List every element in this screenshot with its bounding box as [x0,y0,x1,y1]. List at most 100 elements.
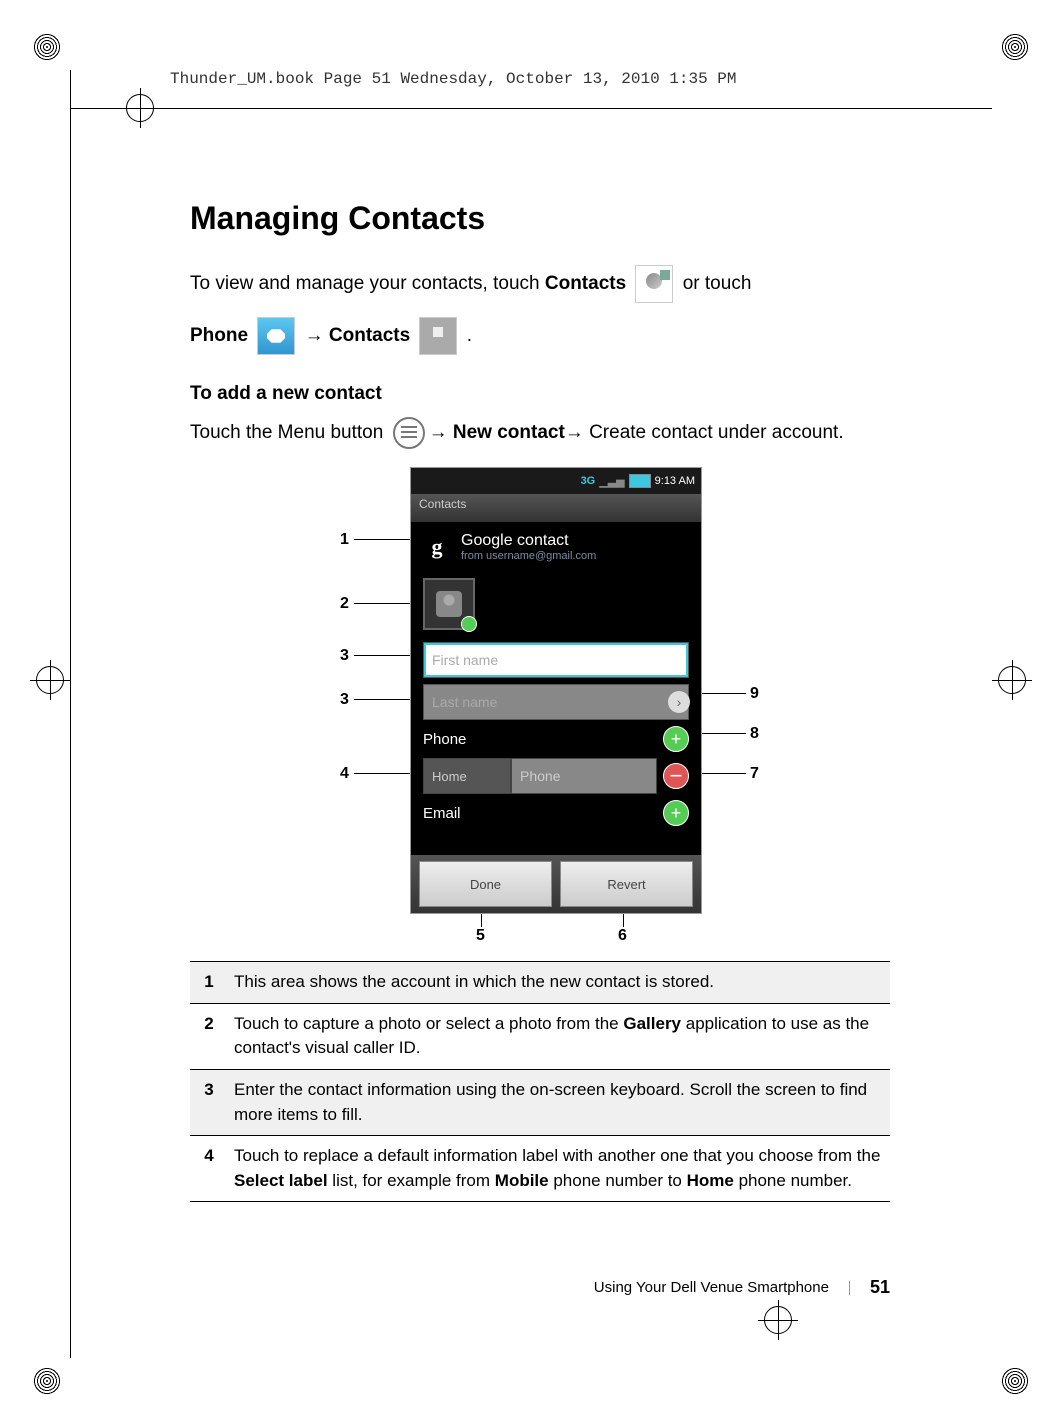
legend-text-3: Enter the contact information using the … [228,1069,890,1135]
table-row: 4 Touch to replace a default information… [190,1136,890,1202]
table-row: 1 This area shows the account in which t… [190,962,890,1004]
callout-9: 9 [750,685,759,703]
registration-mark-left [30,660,70,700]
callout-3b-line [354,699,410,700]
last-name-field[interactable]: Last name › [423,684,689,720]
email-section-label: Email [423,805,461,822]
add-photo-button[interactable] [423,578,475,630]
arrow-1: → [305,325,324,346]
print-header: Thunder_UM.book Page 51 Wednesday, Octob… [170,70,737,88]
addline-a: Touch the Menu button [190,422,389,443]
add-email-button[interactable]: + [663,800,689,826]
frame-line-left [70,70,71,1358]
account-text: Google contact from username@gmail.com [461,532,596,562]
callout-8: 8 [750,725,759,743]
callout-3-line [354,655,410,656]
phone-value-field[interactable]: Phone [511,758,657,794]
intro-paragraph-2: Phone → Contacts . [190,317,890,355]
menu-button-icon [393,417,425,449]
page-title: Managing Contacts [190,200,890,237]
status-time: 9:13 AM [655,475,695,487]
page-content: Managing Contacts To view and manage you… [190,200,890,1202]
footer-divider [849,1281,850,1295]
callout-7-line [698,773,746,774]
phone-label-selector[interactable]: Home [423,758,511,794]
registration-mark-bottom [758,1300,798,1340]
table-row: 2 Touch to capture a photo or select a p… [190,1003,890,1069]
callout-6: 6 [618,927,627,945]
contacts-word: Contacts [545,273,626,294]
tab-label: Contacts [411,494,701,522]
battery-icon [629,474,651,488]
google-icon: g [423,533,451,561]
legend-text-2: Touch to capture a photo or select a pho… [228,1003,890,1069]
frame-line-top [70,108,992,109]
phone-word: Phone [190,325,248,346]
new-contact-word: New contact [453,422,565,443]
contacts-icon [635,265,673,303]
legend-4-b1: Select label [234,1171,328,1190]
callout-2: 2 [340,595,349,613]
legend-num-3: 3 [190,1069,228,1135]
intro-2c: . [467,325,472,346]
addline-c: Create contact under account. [584,422,844,443]
phone-icon [257,317,295,355]
callout-1-line [354,539,410,540]
page-footer: Using Your Dell Venue Smartphone 51 [190,1277,890,1298]
expand-name-icon[interactable]: › [668,691,690,713]
arrow-3: → [565,422,584,443]
callout-2-line [354,603,410,604]
signal-bars-icon: ▁▃▅ [599,475,624,488]
legend-4-t3: phone number to [549,1171,687,1190]
status-3g: 3G [581,475,596,487]
crop-mark-br [1000,1366,1030,1396]
status-bar: 3G ▁▃▅ 9:13 AM [411,468,701,494]
email-section-row: Email + [423,800,689,826]
add-contact-line: Touch the Menu button → New contact→ Cre… [190,417,890,449]
phone-entry-row: Home Phone − [423,758,689,794]
intro-paragraph-1: To view and manage your contacts, touch … [190,265,890,303]
legend-2-b1: Gallery [623,1014,681,1033]
add-phone-button[interactable]: + [663,726,689,752]
registration-mark-right [992,660,1032,700]
contacts-word-2: Contacts [329,325,410,346]
phone-screenshot: 3G ▁▃▅ 9:13 AM Contacts g Google contact… [410,467,702,914]
crop-mark-tr [1000,32,1030,62]
legend-text-1: This area shows the account in which the… [228,962,890,1004]
revert-button[interactable]: Revert [560,861,693,907]
callout-4-line [354,773,410,774]
phone-section-row: Phone + [423,726,689,752]
legend-text-4: Touch to replace a default information l… [228,1136,890,1202]
account-row: g Google contact from username@gmail.com [411,522,701,572]
first-name-placeholder: First name [432,652,498,668]
callout-8-line [698,733,746,734]
legend-4-b3: Home [687,1171,734,1190]
legend-4-t2: list, for example from [328,1171,495,1190]
first-name-field[interactable]: First name [423,642,689,678]
phone-section-label: Phone [423,731,466,748]
callout-1: 1 [340,531,349,549]
legend-table: 1 This area shows the account in which t… [190,961,890,1202]
done-button[interactable]: Done [419,861,552,907]
intro-1a: To view and manage your contacts, touch [190,273,545,294]
callout-3b: 3 [340,691,349,709]
figure-wrap: 1 2 3 3 4 9 8 7 5 6 3G ▁▃▅ 9:13 AM [190,467,890,957]
account-line1: Google contact [461,532,596,550]
legend-2-t1: Touch to capture a photo or select a pho… [234,1014,623,1033]
remove-phone-button[interactable]: − [663,763,689,789]
legend-4-b2: Mobile [495,1171,549,1190]
crop-mark-bl [32,1366,62,1396]
crop-mark-tl [32,32,62,62]
page-number: 51 [870,1277,890,1298]
legend-num-4: 4 [190,1136,228,1202]
last-name-placeholder: Last name [432,694,497,710]
contacts-tab-icon [419,317,457,355]
account-line2: from username@gmail.com [461,550,596,562]
legend-num-2: 2 [190,1003,228,1069]
arrow-2: → [429,422,448,443]
photo-row [411,572,701,636]
legend-4-t1: Touch to replace a default information l… [234,1146,880,1165]
legend-num-1: 1 [190,962,228,1004]
callout-7: 7 [750,765,759,783]
intro-1c: or touch [683,273,752,294]
